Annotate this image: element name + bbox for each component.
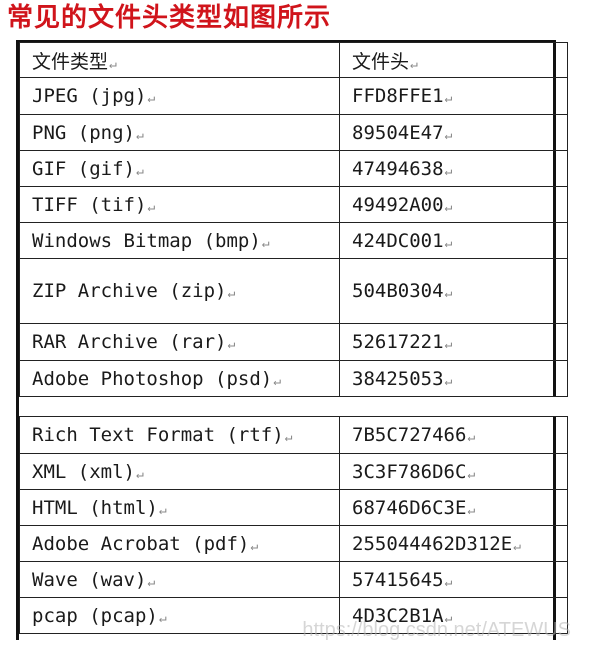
table-row: Rich Text Format (rtf)↵ 7B5C727466↵: [19, 416, 568, 454]
file-header-cell: 68746D6C3E↵: [339, 489, 568, 526]
paragraph-mark-icon: ↵: [273, 373, 282, 389]
header-cell-file-type: 文件类型↵: [19, 42, 340, 78]
table-row: XML (xml)↵ 3C3F786D6C↵: [19, 453, 568, 490]
paragraph-mark-icon: ↵: [158, 502, 167, 518]
file-header-cell: 57415645↵: [339, 561, 568, 598]
file-type-cell: GIF (gif)↵: [19, 150, 340, 187]
table-row: TIFF (tif)↵ 49492A00↵: [19, 186, 568, 223]
table-row: JPEG (jpg)↵ FFD8FFE1↵: [19, 77, 568, 115]
file-header-cell: 504B0304↵: [339, 258, 568, 324]
paragraph-mark-icon: ↵: [467, 466, 476, 482]
file-type-cell: ZIP Archive (zip)↵: [19, 258, 340, 324]
paragraph-mark-icon: ↵: [444, 574, 453, 590]
file-type-cell: JPEG (jpg)↵: [19, 77, 340, 115]
header-cell-file-header: 文件头↵: [339, 42, 568, 78]
paragraph-mark-icon: ↵: [227, 337, 236, 352]
file-type-cell: Adobe Acrobat (pdf)↵: [19, 525, 340, 562]
file-header-cell: FFD8FFE1↵: [339, 77, 568, 115]
document-page: 常见的文件头类型如图所示 文件类型↵ 文件头↵ JPEG (jpg)↵ FFD8…: [0, 0, 589, 648]
file-header-cell: 255044462D312E↵: [339, 525, 568, 562]
paragraph-mark-icon: ↵: [513, 538, 521, 554]
file-type-cell: Rich Text Format (rtf)↵: [19, 416, 340, 454]
file-header-cell: 47494638↵: [339, 150, 568, 187]
file-header-cell: 7B5C727466↵: [339, 416, 568, 454]
file-type-cell: HTML (html)↵: [19, 489, 340, 526]
paragraph-mark-icon: ↵: [284, 430, 293, 445]
file-type-cell: Adobe Photoshop (psd)↵: [19, 360, 340, 397]
file-header-cell: 89504E47↵: [339, 114, 568, 151]
table-row: Adobe Acrobat (pdf)↵ 255044462D312E↵: [19, 525, 568, 562]
table-row: PNG (png)↵ 89504E47↵: [19, 114, 568, 151]
page-title: 常见的文件头类型如图所示: [7, 3, 332, 33]
table-row: ZIP Archive (zip)↵ 504B0304↵: [19, 258, 568, 324]
paragraph-mark-icon: ↵: [147, 574, 156, 590]
table-row: HTML (html)↵ 68746D6C3E↵: [19, 489, 568, 526]
paragraph-mark-icon: ↵: [227, 286, 236, 301]
paragraph-mark-icon: ↵: [158, 610, 167, 626]
paragraph-mark-icon: ↵: [147, 91, 156, 106]
paragraph-mark-icon: ↵: [250, 538, 259, 554]
table-row: RAR Archive (rar)↵ 52617221↵: [19, 323, 568, 361]
file-header-cell: 424DC001↵: [339, 222, 568, 259]
paragraph-mark-icon: ↵: [444, 127, 453, 143]
table-header-row: 文件类型↵ 文件头↵: [19, 42, 568, 78]
file-type-cell: RAR Archive (rar)↵: [19, 323, 340, 361]
file-header-table: 文件类型↵ 文件头↵ JPEG (jpg)↵ FFD8FFE1↵ PNG (pn…: [19, 42, 568, 634]
paragraph-mark-icon: ↵: [261, 235, 270, 251]
paragraph-mark-icon: ↵: [410, 56, 418, 72]
table-row: GIF (gif)↵ 47494638↵: [19, 150, 568, 187]
file-type-cell: pcap (pcap)↵: [19, 597, 340, 634]
table-row: Adobe Photoshop (psd)↵ 38425053↵: [19, 360, 568, 397]
file-type-cell: XML (xml)↵: [19, 453, 340, 490]
table-row: Windows Bitmap (bmp)↵ 424DC001↵: [19, 222, 568, 259]
file-header-cell: 49492A00↵: [339, 186, 568, 223]
paragraph-mark-icon: ↵: [444, 337, 453, 352]
file-type-cell: PNG (png)↵: [19, 114, 340, 151]
paragraph-mark-icon: ↵: [444, 199, 453, 215]
section-gap: [19, 396, 568, 417]
paragraph-mark-icon: ↵: [135, 466, 144, 482]
paragraph-mark-icon: ↵: [109, 56, 117, 72]
file-type-cell: TIFF (tif)↵: [19, 186, 340, 223]
paragraph-mark-icon: ↵: [467, 430, 476, 445]
paragraph-mark-icon: ↵: [135, 127, 144, 143]
paragraph-mark-icon: ↵: [147, 199, 156, 215]
paragraph-mark-icon: ↵: [467, 502, 476, 518]
paragraph-mark-icon: ↵: [444, 235, 453, 251]
paragraph-mark-icon: ↵: [444, 91, 453, 106]
file-header-cell: 52617221↵: [339, 323, 568, 361]
file-type-cell: Wave (wav)↵: [19, 561, 340, 598]
file-header-cell: 3C3F786D6C↵: [339, 453, 568, 490]
paragraph-mark-icon: ↵: [444, 286, 453, 301]
file-header-cell: 38425053↵: [339, 360, 568, 397]
paragraph-mark-icon: ↵: [444, 163, 453, 179]
paragraph-mark-icon: ↵: [444, 373, 453, 389]
watermark: https://blog.csdn.net/ATEWUS: [302, 619, 571, 641]
file-type-cell: Windows Bitmap (bmp)↵: [19, 222, 340, 259]
paragraph-mark-icon: ↵: [135, 163, 144, 179]
table-row: Wave (wav)↵ 57415645↵: [19, 561, 568, 598]
